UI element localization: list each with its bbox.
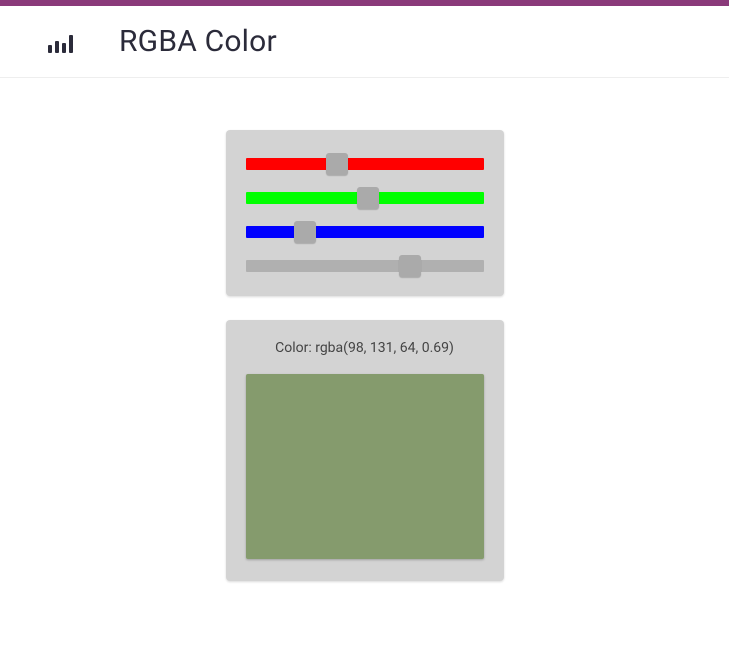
red-thumb[interactable] [326,153,348,175]
red-slider[interactable] [246,158,484,170]
content: Color: rgba(98, 131, 64, 0.69) [0,78,729,581]
alpha-slider[interactable] [246,260,484,272]
header: RGBA Color [0,6,729,78]
blue-thumb[interactable] [294,221,316,243]
red-track [246,158,484,170]
alpha-track [246,260,484,272]
color-swatch [246,374,484,559]
blue-track [246,226,484,238]
page-title: RGBA Color [119,24,277,59]
bars-icon [48,31,73,53]
green-thumb[interactable] [357,187,379,209]
color-label: Color: rgba(98, 131, 64, 0.69) [275,340,454,356]
slider-panel [226,130,504,296]
green-slider[interactable] [246,192,484,204]
alpha-thumb[interactable] [399,255,421,277]
blue-slider[interactable] [246,226,484,238]
swatch-panel: Color: rgba(98, 131, 64, 0.69) [226,320,504,581]
